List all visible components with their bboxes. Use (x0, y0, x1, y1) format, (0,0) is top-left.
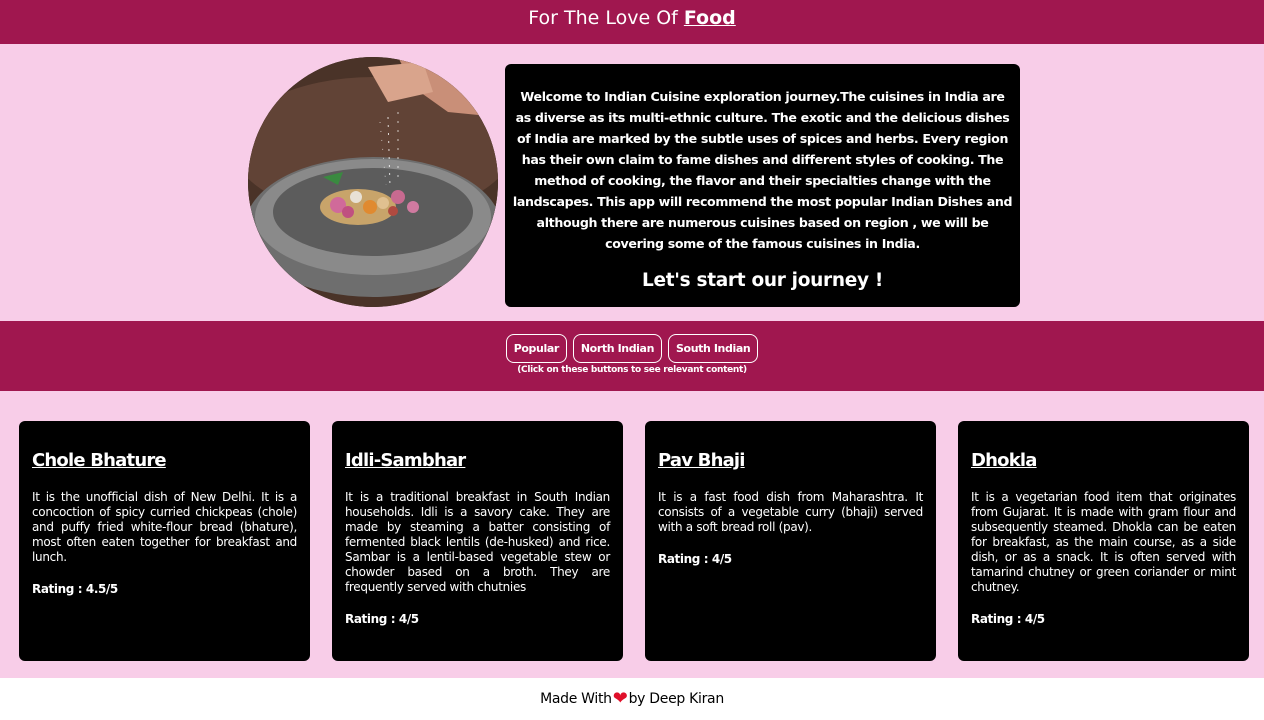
header-title-prefix: For The Love Of (528, 7, 678, 29)
category-buttons: Popular North Indian South Indian (0, 321, 1264, 363)
spice-bowl-photo (248, 57, 498, 307)
app-footer: Made With ❤ by Deep Kiran (0, 678, 1264, 720)
dish-description: It is a traditional breakfast in South I… (345, 490, 610, 594)
header-title-highlight: Food (683, 7, 736, 29)
dish-card: Dhokla It is a vegetarian food item that… (958, 421, 1249, 661)
intro-text: Welcome to Indian Cuisine exploration jo… (512, 89, 1013, 251)
dish-card: Chole Bhature It is the unofficial dish … (19, 421, 310, 661)
dish-title: Dhokla (971, 450, 1037, 471)
dish-title: Pav Bhaji (658, 450, 745, 471)
dish-description: It is the unofficial dish of New Delhi. … (32, 490, 297, 564)
footer-made-with: Made With (540, 691, 612, 707)
dish-cards-section: Chole Bhature It is the unofficial dish … (0, 391, 1264, 678)
dish-description: It is a vegetarian food item that origin… (971, 490, 1236, 594)
category-nav: Popular North Indian South Indian (Click… (0, 321, 1264, 391)
footer-author: by Deep Kiran (628, 691, 725, 707)
app-header: For The Love Of Food (0, 0, 1264, 44)
dish-card: Idli-Sambhar It is a traditional breakfa… (332, 421, 623, 661)
dish-title: Chole Bhature (32, 450, 167, 471)
heart-icon: ❤ (612, 688, 628, 709)
nav-hint: (Click on these buttons to see relevant … (517, 365, 747, 375)
dish-title: Idli-Sambhar (345, 450, 466, 471)
intro-cta: Let's start our journey ! (642, 270, 883, 291)
hero-section: Welcome to Indian Cuisine exploration jo… (0, 44, 1264, 321)
dish-rating: Rating : 4/5 (345, 612, 419, 626)
south-indian-button[interactable]: South Indian (668, 334, 759, 363)
dish-rating: Rating : 4.5/5 (32, 582, 118, 596)
dish-card: Pav Bhaji It is a fast food dish from Ma… (645, 421, 936, 661)
dish-rating: Rating : 4/5 (971, 612, 1045, 626)
north-indian-button[interactable]: North Indian (572, 334, 663, 363)
dish-description: It is a fast food dish from Maharashtra.… (658, 490, 923, 534)
popular-button[interactable]: Popular (505, 334, 567, 363)
dish-rating: Rating : 4/5 (658, 552, 732, 566)
intro-panel: Welcome to Indian Cuisine exploration jo… (505, 64, 1020, 307)
